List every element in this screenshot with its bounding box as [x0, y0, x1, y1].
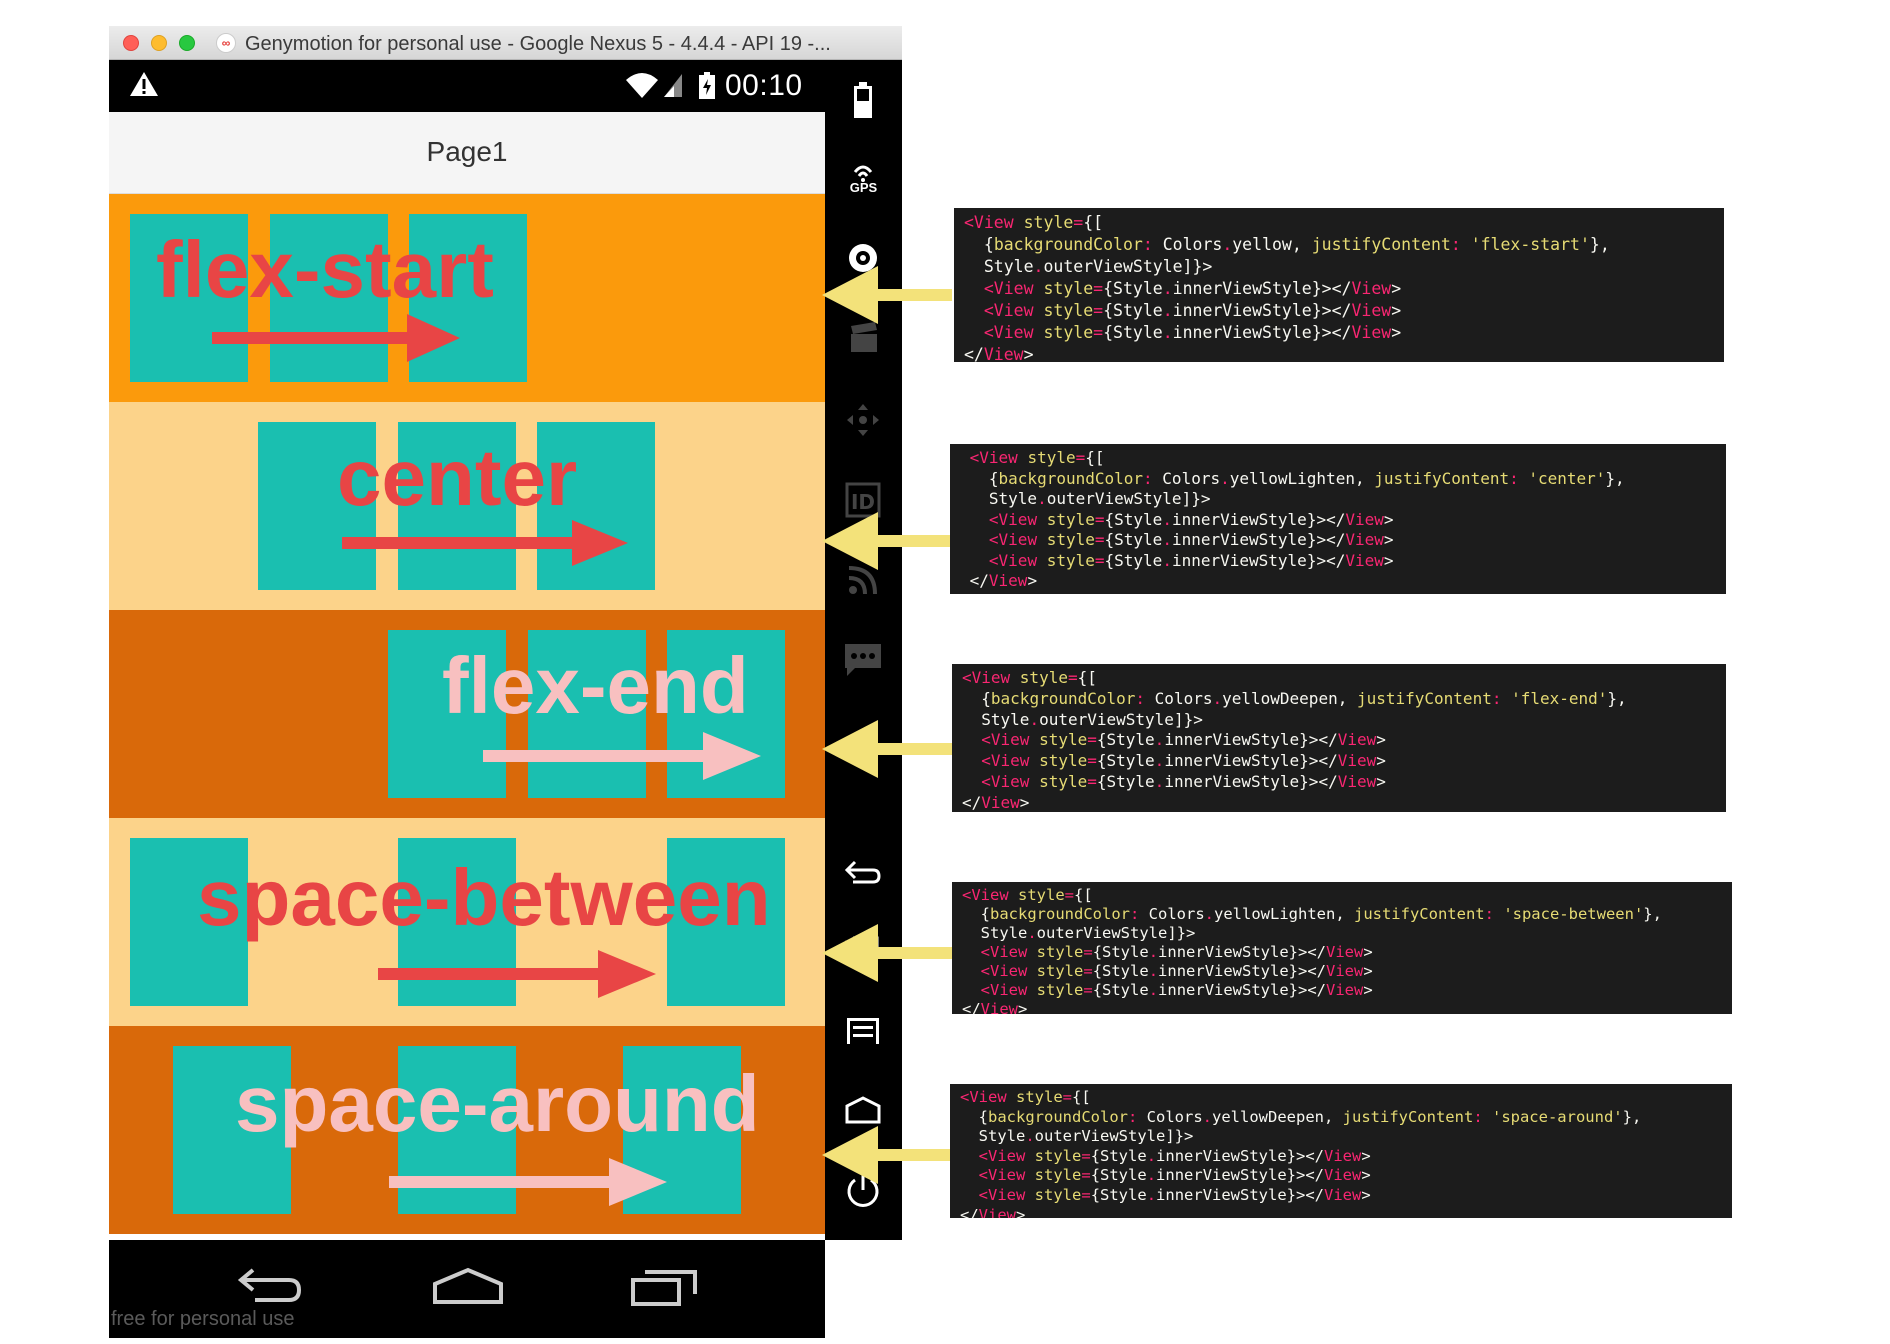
battery-icon[interactable] [843, 80, 883, 120]
row-space-between: space-between [109, 818, 825, 1026]
row-label: flex-end [442, 641, 749, 730]
code-line: {backgroundColor: Colors.yellowDeepen, j… [962, 688, 1627, 708]
warning-icon [130, 72, 158, 96]
code-line: </View> [960, 1205, 1026, 1218]
code-line: <View style={Style.innerViewStyle}></Vie… [980, 962, 1373, 980]
code-line: {backgroundColor: Colors.yellowLighten, … [960, 468, 1625, 488]
pointer-arrow [822, 924, 952, 982]
code-snippet-center: <View style={[ {backgroundColor: Colors.… [950, 444, 1726, 594]
row-space-around: space-around [109, 1026, 825, 1234]
code-line: <View style={Style.innerViewStyle}></Vie… [980, 943, 1373, 961]
minimize-window-button[interactable] [151, 35, 167, 51]
pointer-arrow [822, 1126, 952, 1184]
gps-label: GPS [849, 180, 878, 195]
row-flex-start: flex-start [109, 194, 825, 402]
code-line: Style.outerViewStyle]}> [962, 924, 1196, 942]
code-line: {backgroundColor: Colors.yellowDeepen, j… [960, 1107, 1642, 1126]
code-line: Style.outerViewStyle]}> [962, 709, 1203, 729]
svg-text:ID: ID [851, 490, 875, 514]
battery-icon [699, 72, 715, 99]
emulator-toolbar: GPS ID [825, 60, 902, 1240]
code-snippet-flex-end: <View style={[ {backgroundColor: Colors.… [952, 664, 1726, 812]
code-line: Style.outerViewStyle]}> [960, 1127, 1194, 1146]
code-line: <View style={Style.innerViewStyle}></Vie… [988, 530, 1394, 549]
back-icon[interactable] [235, 1264, 305, 1308]
code-line: <View style={Style.innerViewStyle}></Vie… [981, 771, 1386, 791]
direction-arrow [389, 1158, 667, 1206]
app-bar: Page1 [109, 112, 825, 194]
direction-arrow [212, 314, 460, 362]
code-line: <View style={[ [960, 1088, 1091, 1106]
direction-arrow [483, 732, 761, 780]
row-label: flex-start [156, 225, 494, 314]
code-line: </View> [960, 571, 1038, 590]
code-line: <View style={Style.innerViewStyle}></Vie… [988, 550, 1394, 570]
code-line: <View style={Style.innerViewStyle}></Vie… [980, 981, 1373, 999]
watermark-text: free for personal use [111, 1308, 295, 1330]
row-flex-end: flex-end [109, 610, 825, 818]
code-line: <View style={[ [962, 886, 1093, 904]
window-titlebar: ∞ Genymotion for personal use - Google N… [109, 26, 902, 60]
code-line: </View> [962, 1000, 1028, 1014]
row-label: center [337, 433, 578, 522]
home-icon[interactable] [431, 1264, 505, 1308]
signal-icon [664, 74, 682, 97]
status-clock: 00:10 [725, 69, 803, 102]
code-snippet-flex-start: <View style={[ {backgroundColor: Colors.… [954, 208, 1724, 362]
code-line: <View style={Style.innerViewStyle}></Vie… [988, 509, 1394, 529]
direction-arrow [378, 950, 656, 998]
sms-icon[interactable] [843, 640, 883, 680]
wifi-icon [626, 73, 658, 98]
code-line: </View> [962, 792, 1030, 812]
window-title: Genymotion for personal use - Google Nex… [245, 33, 831, 55]
code-line: <View style={[ [969, 448, 1105, 467]
home-icon[interactable] [843, 1090, 883, 1130]
code-line: <View style={Style.innerViewStyle}></Vie… [981, 751, 1386, 771]
menu-icon[interactable] [843, 1010, 883, 1050]
code-line: <View style={Style.innerViewStyle}></Vie… [983, 323, 1402, 342]
code-line: <View style={[ [964, 213, 1104, 232]
status-bar: 00:10 [109, 60, 825, 112]
genymotion-icon: ∞ [216, 33, 236, 53]
pointer-arrow [822, 720, 952, 778]
code-line: <View style={Style.innerViewStyle}></Vie… [978, 1146, 1371, 1165]
code-line: Style.outerViewStyle]}> [964, 257, 1213, 276]
page-title: Page1 [426, 136, 508, 167]
recent-apps-icon[interactable] [629, 1264, 701, 1308]
maximize-window-button[interactable] [179, 35, 195, 51]
code-line: <View style={Style.innerViewStyle}></Vie… [978, 1166, 1371, 1185]
nav-bar: free for personal use [109, 1240, 825, 1338]
row-label: space-around [235, 1059, 760, 1148]
row-label: space-between [197, 853, 771, 942]
code-line: <View style={Style.innerViewStyle}></Vie… [983, 279, 1402, 298]
more-icon[interactable] [843, 1288, 883, 1302]
row-center: center [109, 402, 825, 610]
video-icon[interactable] [843, 318, 883, 358]
code-line: <View style={Style.innerViewStyle}></Vie… [983, 301, 1402, 320]
code-line: <View style={Style.innerViewStyle}></Vie… [981, 730, 1386, 750]
code-snippet-space-around: <View style={[ {backgroundColor: Colors.… [950, 1084, 1732, 1218]
code-line: <View style={Style.innerViewStyle}></Vie… [978, 1185, 1371, 1204]
pointer-arrow [822, 266, 952, 324]
dpad-icon[interactable] [843, 400, 883, 440]
direction-arrow [342, 520, 628, 566]
code-line: {backgroundColor: Colors.yellow, justify… [964, 235, 1610, 254]
close-window-button[interactable] [123, 35, 139, 51]
code-line: Style.outerViewStyle]}> [960, 489, 1211, 508]
pointer-arrow [822, 512, 952, 570]
back-icon[interactable] [843, 852, 883, 892]
code-line: </View> [964, 345, 1034, 362]
code-snippet-space-between: <View style={[ {backgroundColor: Colors.… [952, 882, 1732, 1014]
code-line: <View style={[ [962, 668, 1097, 687]
code-line: {backgroundColor: Colors.yellowLighten, … [962, 905, 1662, 923]
